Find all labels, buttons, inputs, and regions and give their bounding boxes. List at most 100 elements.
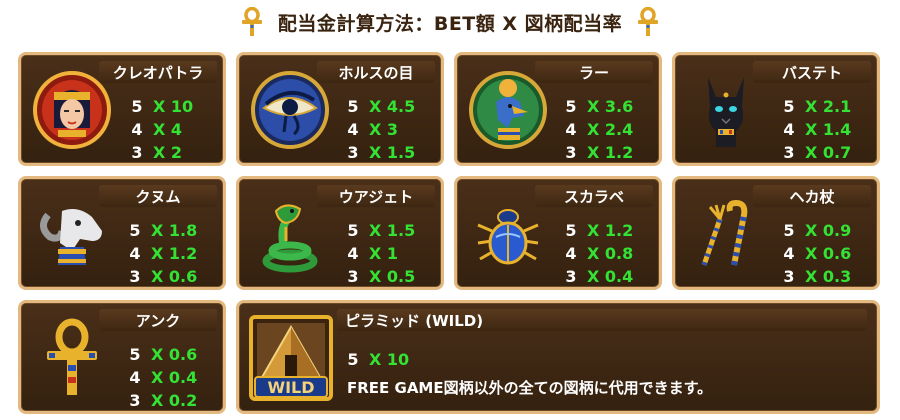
symbol-name: ラー [535, 61, 653, 83]
symbol-count: 4 [129, 243, 141, 263]
payout-row: 3 X 1.2 [565, 141, 633, 163]
wild-badge: WILD [267, 378, 314, 397]
payout-row: 4 X 0.8 [565, 242, 633, 264]
payout-multiplier: X 2.1 [805, 96, 852, 116]
payout-multiplier: X 0.3 [805, 266, 852, 286]
khnum-ram-icon [31, 191, 113, 277]
crook-and-flail-icon [685, 191, 767, 277]
symbol-count: 4 [565, 119, 577, 139]
symbol-count: 3 [129, 390, 141, 410]
payout-row: 4 X 1 [347, 242, 398, 264]
symbol-count: 5 [565, 220, 577, 240]
symbol-name: ピラミッド (WILD) [337, 309, 867, 331]
symbol-name: ホルスの目 [317, 61, 435, 83]
symbol-panel-wadjet: ウアジェト 5 X 1.5 4 X 1 3 X 0.5 [236, 176, 444, 290]
payout-row: 3 X 1.5 [347, 141, 415, 163]
ankh-icon [638, 7, 659, 36]
payout-row: 5 X 0.9 [783, 219, 851, 241]
payout-row: 4 X 0.6 [783, 242, 851, 264]
symbol-count: 3 [565, 266, 577, 286]
payout-row: 4 X 1.2 [129, 242, 197, 264]
symbol-count: 5 [131, 96, 143, 116]
payout-multiplier: X 2.4 [587, 119, 634, 139]
payout-multiplier: X 4 [153, 119, 183, 139]
symbol-panel-pyramid-wild: ピラミッド (WILD) WILD 5 X 10 FREE GAME図柄以外の全… [236, 300, 880, 414]
payout-multiplier: X 4.5 [369, 96, 416, 116]
symbol-count: 4 [347, 119, 359, 139]
symbol-count: 3 [347, 142, 359, 162]
symbol-count: 5 [565, 96, 577, 116]
symbol-name: バステト [753, 61, 871, 83]
symbol-count: 5 [347, 96, 359, 116]
payout-multiplier: X 0.6 [151, 266, 198, 286]
symbol-count: 4 [565, 243, 577, 263]
symbol-count: 4 [131, 119, 143, 139]
symbol-name: アンク [99, 309, 217, 331]
payout-multiplier: X 0.8 [587, 243, 634, 263]
symbol-count: 3 [131, 142, 143, 162]
payout-multiplier: X 10 [153, 96, 194, 116]
symbol-count: 5 [347, 220, 359, 240]
symbol-name: クレオパトラ [99, 61, 217, 83]
symbol-count: 3 [783, 266, 795, 286]
symbol-count: 5 [783, 220, 795, 240]
payout-multiplier: X 1 [369, 243, 399, 263]
symbol-count: 3 [129, 266, 141, 286]
payout-row: 5 X 10 [131, 95, 193, 117]
payout-row: 4 X 1.4 [783, 118, 851, 140]
payout-multiplier: X 0.6 [805, 243, 852, 263]
symbol-count: 5 [347, 349, 359, 369]
payout-row: 5 X 2.1 [783, 95, 851, 117]
payout-multiplier: X 0.2 [151, 390, 198, 410]
cleopatra-icon [31, 67, 113, 153]
payout-multiplier: X 0.9 [805, 220, 852, 240]
scarab-icon [467, 191, 549, 277]
payout-row: 3 X 0.7 [783, 141, 851, 163]
payout-row: 3 X 0.6 [129, 265, 197, 287]
payout-multiplier: X 1.5 [369, 142, 416, 162]
symbol-count: 4 [783, 243, 795, 263]
payout-row: 5 X 10 [347, 348, 409, 370]
symbol-panel-eye-of-horus: ホルスの目 5 X 4.5 4 X 3 3 X 1.5 [236, 52, 444, 166]
payout-multiplier: X 10 [369, 349, 410, 369]
symbol-name: ウアジェト [317, 185, 435, 207]
payout-multiplier: X 3.6 [587, 96, 634, 116]
payout-multiplier: X 3 [369, 119, 399, 139]
payout-row: 4 X 0.4 [129, 366, 197, 388]
payout-row: 5 X 3.6 [565, 95, 633, 117]
bastet-cat-icon [685, 67, 767, 153]
payout-row: 3 X 0.5 [347, 265, 415, 287]
payout-row: 4 X 2.4 [565, 118, 633, 140]
payout-multiplier: X 1.2 [587, 220, 634, 240]
pyramid-wild-icon: WILD [249, 315, 333, 401]
symbol-panel-ankh: アンク 5 X 0.6 4 X 0.4 3 X 0.2 [18, 300, 226, 414]
symbol-panel-crook-and-flail: ヘカ杖 5 X 0.9 4 X 0.6 3 X 0.3 [672, 176, 880, 290]
payout-multiplier: X 1.2 [587, 142, 634, 162]
wild-description: FREE GAME図柄以外の全ての図柄に代用できます。 [347, 379, 713, 397]
symbol-panel-khnum: クヌム 5 X 1.8 4 X 1.2 3 X 0.6 [18, 176, 226, 290]
symbol-name: クヌム [99, 185, 217, 207]
payout-row: 5 X 1.2 [565, 219, 633, 241]
payout-multiplier: X 0.4 [587, 266, 634, 286]
wadjet-cobra-icon [249, 191, 331, 277]
payout-row: 5 X 0.6 [129, 343, 197, 365]
ankh-icon [241, 7, 262, 36]
payout-multiplier: X 1.2 [151, 243, 198, 263]
ra-icon [467, 67, 549, 153]
payout-multiplier: X 0.7 [805, 142, 852, 162]
symbol-panel-scarab: スカラベ 5 X 1.2 4 X 0.8 3 X 0.4 [454, 176, 662, 290]
symbol-count: 5 [783, 96, 795, 116]
payout-row: 5 X 1.5 [347, 219, 415, 241]
payout-multiplier: X 1.4 [805, 119, 852, 139]
payout-multiplier: X 0.4 [151, 367, 198, 387]
payout-row: 3 X 0.2 [129, 389, 197, 411]
payout-row: 3 X 2 [131, 141, 182, 163]
symbol-count: 3 [783, 142, 795, 162]
payout-multiplier: X 1.8 [151, 220, 198, 240]
symbol-count: 4 [129, 367, 141, 387]
symbol-count: 4 [347, 243, 359, 263]
page-title: 配当金計算方法：BET額 X 図柄配当率 [277, 12, 623, 35]
symbol-name: ヘカ杖 [753, 185, 871, 207]
ankh-icon [31, 315, 113, 401]
symbol-panel-cleopatra: クレオパトラ 5 X 10 4 X 4 3 X 2 [18, 52, 226, 166]
